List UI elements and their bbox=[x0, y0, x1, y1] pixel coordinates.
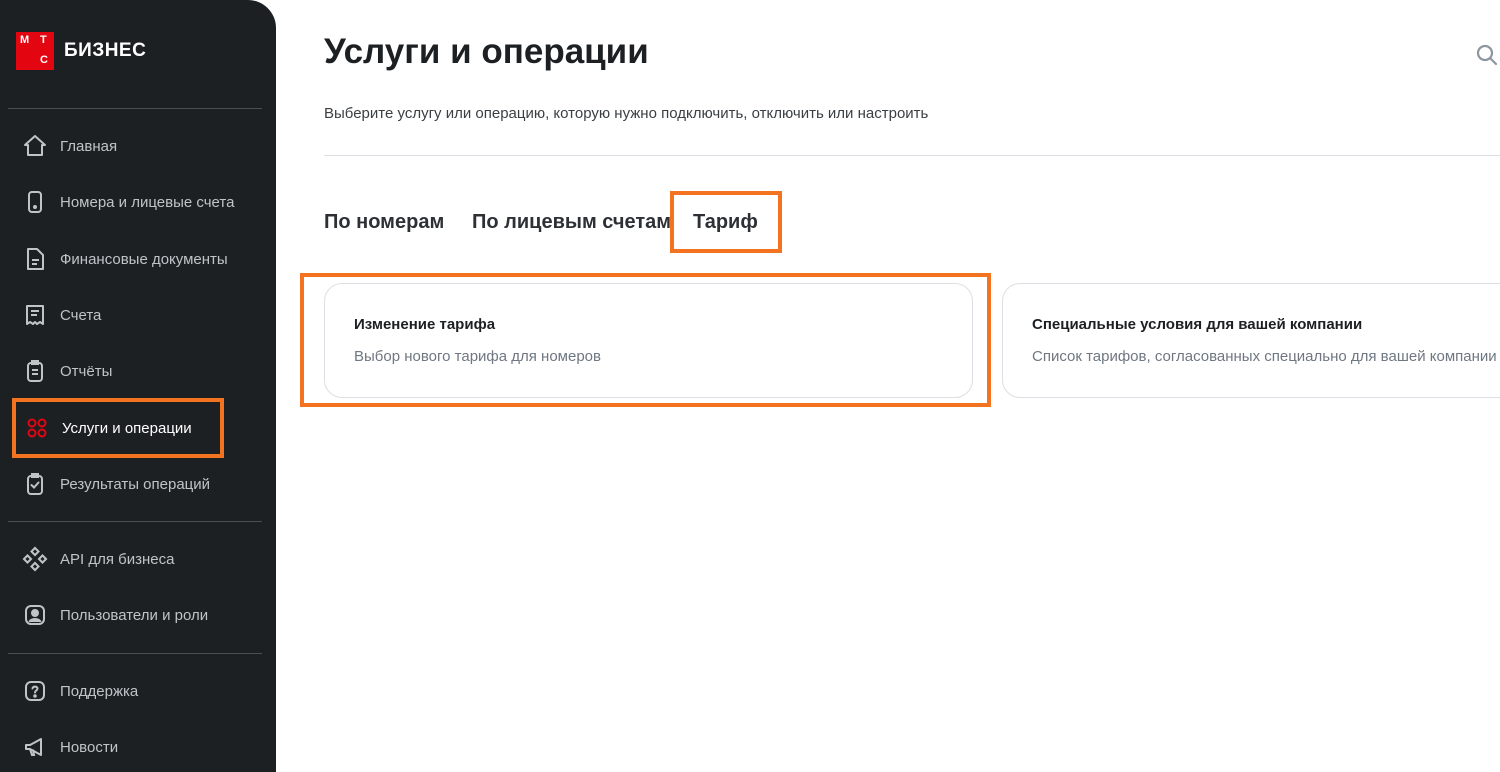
sidebar-item-support[interactable]: Поддержка bbox=[12, 667, 262, 715]
card-title: Изменение тарифа bbox=[354, 316, 496, 333]
sidebar-item-label: Пользователи и роли bbox=[60, 606, 209, 624]
page-title: Услуги и операции bbox=[324, 32, 649, 71]
sidebar-divider bbox=[8, 653, 262, 654]
page-subtitle: Выберите услугу или операцию, которую ну… bbox=[324, 105, 929, 122]
sidebar-item-label: Главная bbox=[60, 137, 118, 155]
user-icon bbox=[22, 602, 48, 628]
sidebar-item-label: Поддержка bbox=[60, 682, 139, 700]
sidebar-item-label: Номера и лицевые счета bbox=[60, 193, 235, 211]
phone-icon bbox=[22, 189, 48, 215]
sidebar-item-label: API для бизнеса bbox=[60, 550, 175, 568]
sidebar-item-api[interactable]: API для бизнеса bbox=[12, 535, 262, 583]
sidebar-item-label: Новости bbox=[60, 738, 119, 756]
sidebar: М Т С БИЗНЕС Главная Номера и лицевые сч… bbox=[0, 0, 276, 772]
mts-logo-mark: М Т С bbox=[16, 32, 54, 70]
card-change-tariff[interactable]: Изменение тарифа Выбор нового тарифа для… bbox=[324, 283, 973, 398]
card-special-conditions[interactable]: Специальные условия для вашей компании С… bbox=[1002, 283, 1500, 398]
sidebar-item-label: Финансовые документы bbox=[60, 250, 228, 268]
sidebar-item-bills[interactable]: Счета bbox=[12, 291, 262, 339]
support-icon bbox=[22, 678, 48, 704]
home-icon bbox=[22, 133, 48, 159]
card-description: Список тарифов, согласованных специально… bbox=[1032, 348, 1497, 365]
tab-by-numbers[interactable]: По номерам bbox=[324, 211, 444, 234]
sidebar-item-label: Счета bbox=[60, 306, 102, 324]
clipboard-icon bbox=[22, 358, 48, 384]
card-description: Выбор нового тарифа для номеров bbox=[354, 348, 601, 365]
logo-letter: С bbox=[40, 54, 48, 66]
logo[interactable]: М Т С БИЗНЕС bbox=[16, 32, 146, 70]
logo-letter: М bbox=[20, 34, 30, 46]
document-icon bbox=[22, 246, 48, 272]
sidebar-item-operation-results[interactable]: Результаты операций bbox=[12, 460, 262, 508]
megaphone-icon bbox=[22, 734, 48, 760]
logo-letter: Т bbox=[40, 34, 47, 46]
tab-by-accounts[interactable]: По лицевым счетам bbox=[472, 211, 671, 234]
clipboard-check-icon bbox=[22, 471, 48, 497]
sidebar-item-news[interactable]: Новости bbox=[12, 723, 262, 771]
sidebar-item-users-roles[interactable]: Пользователи и роли bbox=[12, 591, 262, 639]
sidebar-divider bbox=[8, 521, 262, 522]
sidebar-item-home[interactable]: Главная bbox=[12, 122, 262, 170]
sidebar-item-numbers[interactable]: Номера и лицевые счета bbox=[12, 178, 262, 226]
header-divider bbox=[324, 155, 1500, 156]
receipt-icon bbox=[22, 302, 48, 328]
sidebar-item-finance-docs[interactable]: Финансовые документы bbox=[12, 235, 262, 283]
sidebar-item-label: Отчёты bbox=[60, 362, 113, 380]
sidebar-divider bbox=[8, 108, 262, 109]
services-icon bbox=[24, 415, 50, 441]
sidebar-item-services[interactable]: Услуги и операции bbox=[12, 398, 224, 458]
sidebar-item-reports[interactable]: Отчёты bbox=[12, 347, 262, 395]
card-title: Специальные условия для вашей компании bbox=[1032, 316, 1363, 333]
tab-highlight-frame bbox=[670, 191, 782, 253]
sidebar-item-label: Результаты операций bbox=[60, 475, 211, 493]
api-icon bbox=[22, 546, 48, 572]
sidebar-item-label: Услуги и операции bbox=[62, 419, 192, 437]
logo-text: БИЗНЕС bbox=[64, 40, 147, 61]
search-icon[interactable] bbox=[1474, 42, 1500, 68]
